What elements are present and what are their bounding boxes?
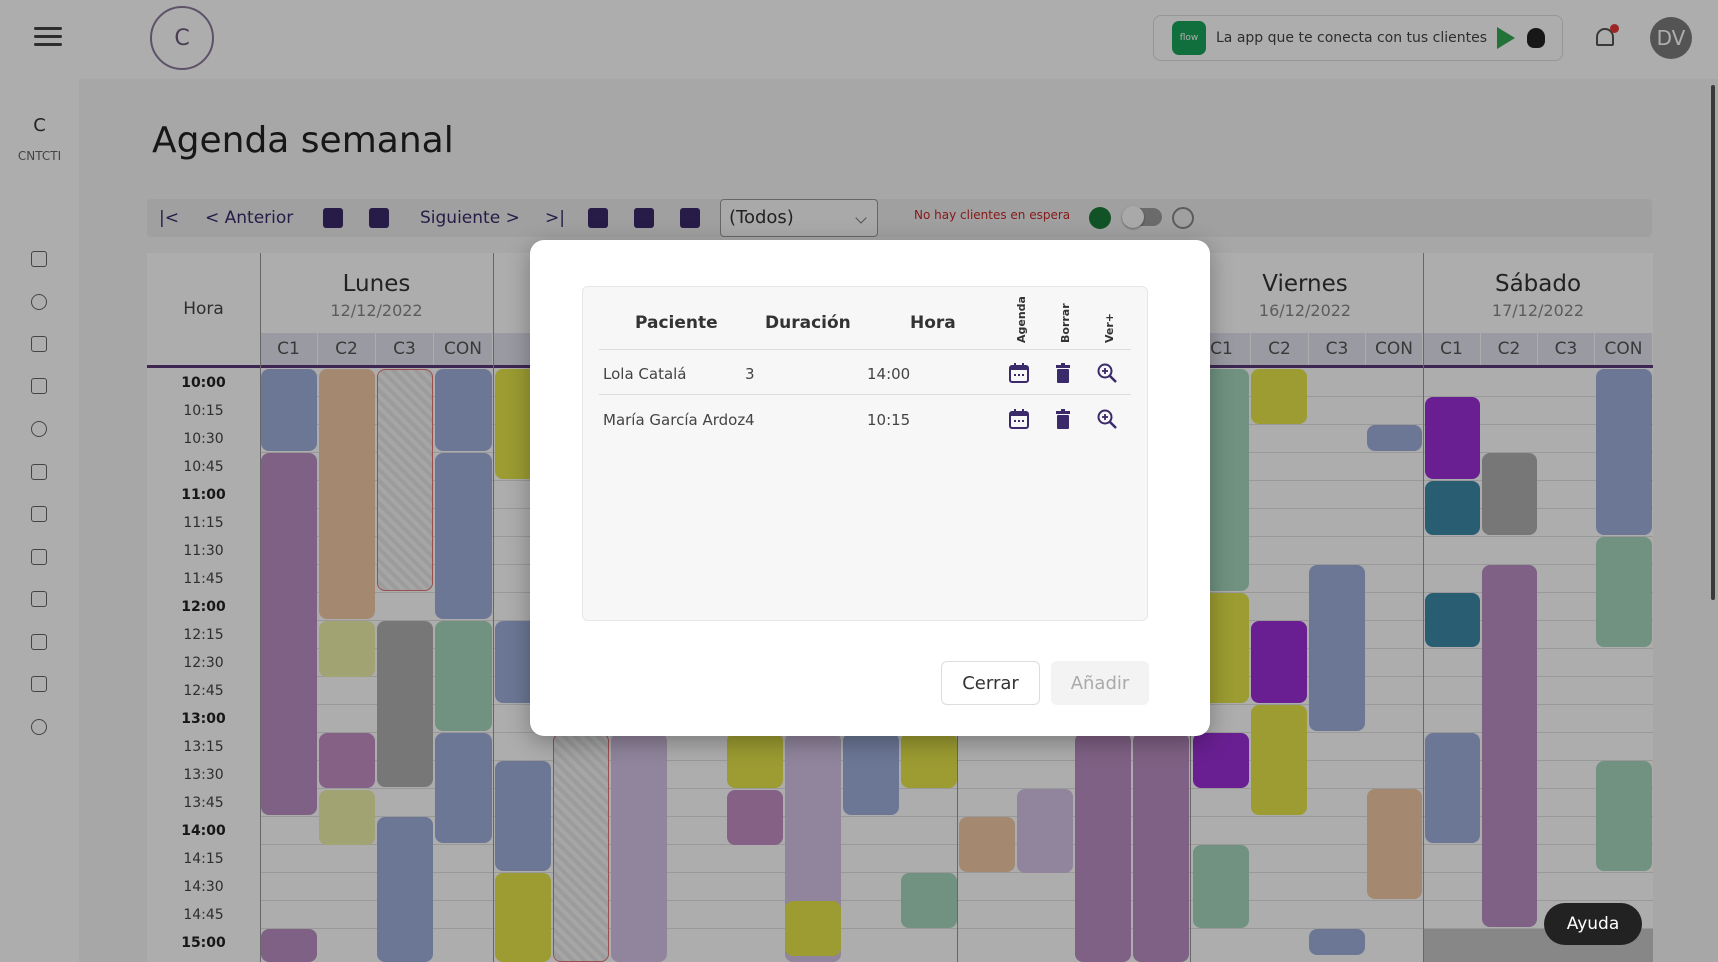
zoom-in-icon[interactable]: [1096, 362, 1118, 384]
patients-table: Paciente Duración Hora Agenda Borrar Ver…: [582, 286, 1148, 621]
trash-icon[interactable]: [1052, 362, 1074, 384]
col-header-duration: Duración: [765, 313, 851, 333]
calendar-icon[interactable]: [1008, 362, 1030, 384]
row-duration: 3: [745, 365, 755, 383]
calendar-icon[interactable]: [1008, 408, 1030, 430]
col-header-more: Ver+: [1103, 312, 1116, 343]
close-button[interactable]: Cerrar: [941, 661, 1040, 705]
row-patient: María García Ardoz: [603, 411, 746, 429]
help-button[interactable]: Ayuda: [1544, 903, 1642, 945]
zoom-in-icon[interactable]: [1096, 408, 1118, 430]
col-header-agenda: Agenda: [1015, 296, 1028, 343]
header-divider: [599, 349, 1131, 350]
row-patient: Lola Catalá: [603, 365, 687, 383]
col-header-delete: Borrar: [1059, 303, 1072, 343]
row-duration: 4: [745, 411, 755, 429]
col-header-time: Hora: [910, 313, 956, 333]
add-button[interactable]: Añadir: [1051, 661, 1149, 705]
row-time: 10:15: [867, 411, 911, 429]
row-time: 14:00: [867, 365, 911, 383]
col-header-patient: Paciente: [635, 313, 718, 333]
trash-icon[interactable]: [1052, 408, 1074, 430]
row-divider: [599, 394, 1131, 395]
waiting-list-dialog: Paciente Duración Hora Agenda Borrar Ver…: [530, 240, 1210, 736]
